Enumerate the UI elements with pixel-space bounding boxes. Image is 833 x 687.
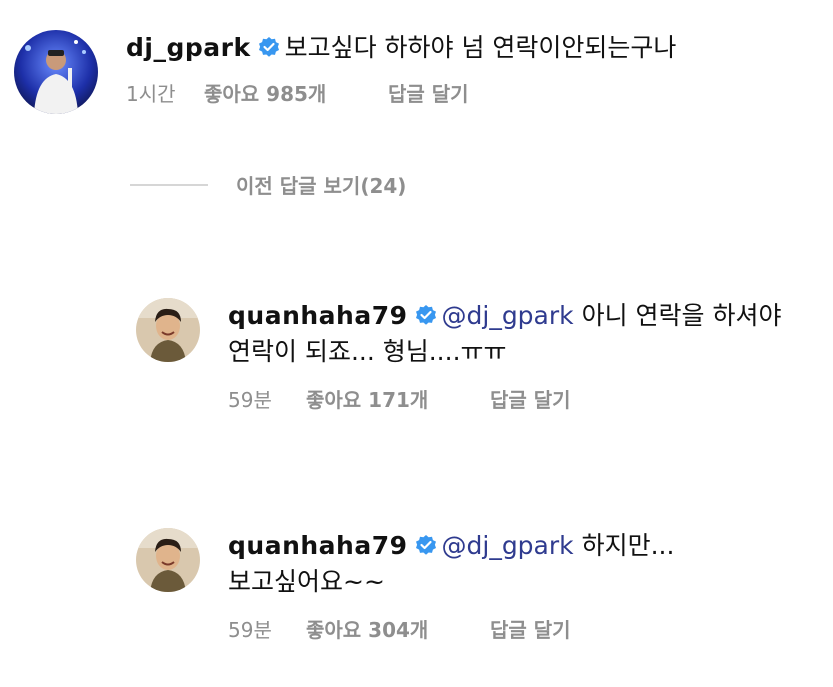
view-previous-label: 이전 답글 보기(24) (236, 174, 407, 198)
username[interactable]: quanhaha79 (228, 301, 408, 330)
comment-meta: 59분 좋아요 304개 답글 달기 (228, 614, 674, 643)
comment-body: quanhaha79 @dj_gpark 아니 연락을 하셔야 연락이 되죠...… (228, 298, 782, 413)
comment: quanhaha79 @dj_gpark 하지만... 보고싶어요~~ 59분 좋… (136, 528, 674, 643)
avatar-image (136, 298, 200, 362)
mention-link[interactable]: @dj_gpark (442, 531, 574, 560)
like-count[interactable]: 좋아요 171개 (306, 384, 490, 413)
avatar-image (136, 528, 200, 592)
avatar[interactable] (14, 30, 98, 114)
verified-badge-icon (257, 34, 281, 58)
username[interactable]: quanhaha79 (228, 531, 408, 560)
divider (130, 183, 208, 186)
reply-button[interactable]: 답글 달기 (490, 614, 571, 643)
comment-text-continued: 연락이 되죠... 형님....ㅠㅠ (228, 337, 507, 366)
comment-meta: 1시간 좋아요 985개 답글 달기 (126, 78, 676, 107)
timestamp: 59분 (228, 618, 272, 642)
comment-body: quanhaha79 @dj_gpark 하지만... 보고싶어요~~ 59분 좋… (228, 528, 674, 643)
timestamp: 59분 (228, 388, 272, 412)
comment-meta: 59분 좋아요 171개 답글 달기 (228, 384, 782, 413)
comment-message: 아니 연락을 하셔야 (581, 301, 782, 330)
mention-link[interactable]: @dj_gpark (442, 301, 574, 330)
comment-text-continued: 보고싶어요~~ (228, 567, 385, 596)
verified-badge-icon (414, 302, 438, 326)
avatar[interactable] (136, 298, 200, 362)
comment-body: dj_gpark 보고싶다 하하야 넘 연락이안되는구나 1시간 좋아요 985개… (126, 30, 676, 107)
timestamp: 1시간 (126, 82, 176, 106)
avatar[interactable] (136, 528, 200, 592)
comment-text: dj_gpark 보고싶다 하하야 넘 연락이안되는구나 (126, 30, 676, 66)
verified-badge-icon (414, 532, 438, 556)
reply-button[interactable]: 답글 달기 (388, 78, 469, 107)
view-previous-replies[interactable]: 이전 답글 보기(24) (130, 170, 406, 199)
comment-message: 보고싶다 하하야 넘 연락이안되는구나 (284, 33, 677, 62)
like-count[interactable]: 좋아요 985개 (204, 78, 388, 107)
comment-message: 하지만... (581, 531, 675, 560)
comment-text: quanhaha79 @dj_gpark 하지만... (228, 528, 674, 564)
comment-text: quanhaha79 @dj_gpark 아니 연락을 하셔야 (228, 298, 782, 334)
comment: quanhaha79 @dj_gpark 아니 연락을 하셔야 연락이 되죠...… (136, 298, 782, 413)
username[interactable]: dj_gpark (126, 33, 251, 62)
avatar-image (14, 30, 98, 114)
reply-button[interactable]: 답글 달기 (490, 384, 571, 413)
like-count[interactable]: 좋아요 304개 (306, 614, 490, 643)
comment: dj_gpark 보고싶다 하하야 넘 연락이안되는구나 1시간 좋아요 985개… (14, 30, 676, 114)
